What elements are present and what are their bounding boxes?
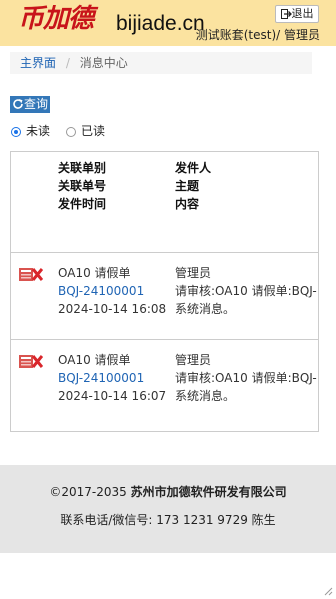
query-button[interactable]: 查询 — [10, 96, 51, 113]
logout-icon — [280, 9, 292, 19]
logout-label: 退出 — [291, 7, 314, 20]
radio-read-dot — [66, 127, 76, 137]
delete-icon[interactable] — [19, 267, 43, 282]
row-subject: 请审核:OA10 请假单:BQJ- — [175, 284, 317, 298]
radio-read-label: 已读 — [81, 124, 106, 138]
header-sender: 发件人 — [175, 161, 212, 175]
query-label: 查询 — [24, 97, 49, 111]
row-doc-no-link[interactable]: BQJ-24100001 — [58, 283, 144, 300]
footer-contact: 联系电话/微信号: 173 1231 9729 陈生 — [60, 513, 276, 527]
row-content: 系统消息。 — [175, 302, 236, 316]
row-send-time: 2024-10-14 16:08 — [58, 302, 167, 316]
breadcrumb-home-link[interactable]: 主界面 — [20, 56, 56, 70]
radio-unread-dot — [11, 127, 21, 137]
footer-copyright: ©2017-2035 — [49, 485, 127, 499]
header-subject: 主题 — [175, 179, 200, 193]
radio-read[interactable]: 已读 — [66, 124, 105, 138]
delete-icon[interactable] — [19, 354, 43, 369]
user-info: 测试账套(test)/ 管理员 — [195, 28, 320, 42]
row-subject: 请审核:OA10 请假单:BQJ- — [175, 371, 317, 385]
message-table: 关联单别 关联单号 发件时间 发件人 主题 内容 OA10 请假单 BQJ-24… — [10, 151, 319, 432]
row-sender: 管理员 — [175, 266, 212, 280]
breadcrumb-separator: / — [65, 56, 70, 70]
refresh-icon — [13, 99, 23, 109]
radio-unread-label: 未读 — [26, 124, 51, 138]
footer-company: 苏州市加德软件研发有限公司 — [130, 485, 287, 499]
table-row[interactable]: OA10 请假单 BQJ-24100001 2024-10-14 16:08 管… — [11, 253, 318, 340]
header-doc-no: 关联单号 — [58, 179, 107, 193]
table-header: 关联单别 关联单号 发件时间 发件人 主题 内容 — [11, 152, 318, 253]
row-doc-type: OA10 请假单 — [58, 266, 131, 280]
footer: ©2017-2035 苏州市加德软件研发有限公司 联系电话/微信号: 173 1… — [0, 465, 336, 553]
row-doc-no-link[interactable]: BQJ-24100001 — [58, 370, 144, 387]
top-header: 币加德 bijiade.cn 退出 测试账套(test)/ 管理员 — [0, 0, 336, 46]
row-send-time: 2024-10-14 16:07 — [58, 389, 167, 403]
row-content: 系统消息。 — [175, 389, 236, 403]
logo-chinese: 币加德 — [18, 4, 94, 34]
radio-unread[interactable]: 未读 — [11, 124, 50, 138]
breadcrumb: 主界面 / 消息中心 — [10, 52, 312, 74]
resize-grip-icon[interactable] — [324, 587, 333, 596]
header-content: 内容 — [175, 197, 200, 211]
table-row[interactable]: OA10 请假单 BQJ-24100001 2024-10-14 16:07 管… — [11, 340, 318, 426]
header-doc-type: 关联单别 — [58, 161, 107, 175]
logout-button[interactable]: 退出 — [275, 5, 319, 23]
header-send-time: 发件时间 — [58, 197, 107, 211]
row-sender: 管理员 — [175, 353, 212, 367]
footer-copyright-line: ©2017-2035 苏州市加德软件研发有限公司 — [0, 483, 336, 500]
logo-domain: bijiade.cn — [116, 12, 205, 35]
row-doc-type: OA10 请假单 — [58, 353, 131, 367]
breadcrumb-current: 消息中心 — [79, 56, 128, 70]
